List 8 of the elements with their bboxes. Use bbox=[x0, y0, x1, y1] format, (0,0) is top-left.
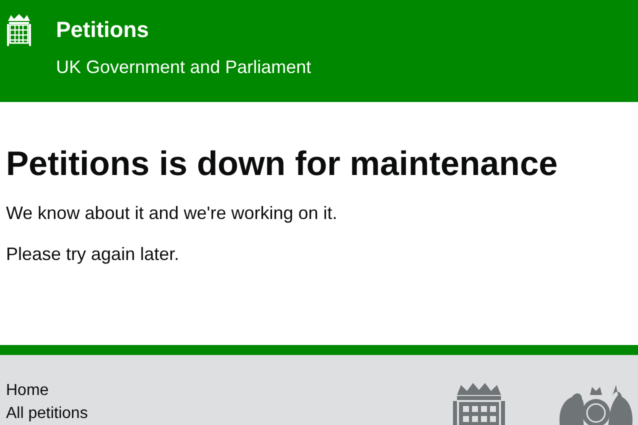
portcullis-icon bbox=[6, 13, 32, 47]
body-text: We know about it and we're working on it. bbox=[6, 202, 338, 224]
site-title[interactable]: Petitions bbox=[56, 17, 312, 43]
footer-link[interactable]: All petitions bbox=[6, 404, 88, 423]
page-heading: Petitions is down for maintenance bbox=[6, 144, 559, 184]
body-text: Please try again later. bbox=[6, 243, 180, 265]
site-subtitle: UK Government and Parliament bbox=[56, 56, 312, 78]
footer-link[interactable]: Home bbox=[6, 381, 88, 400]
